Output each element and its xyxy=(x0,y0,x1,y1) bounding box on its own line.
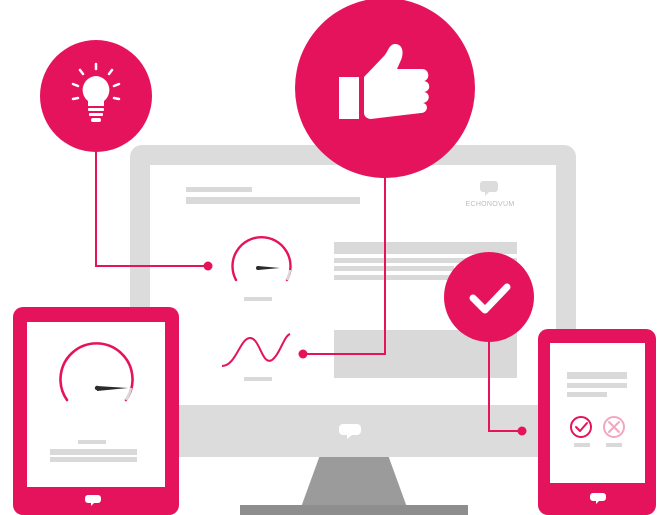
phone xyxy=(538,329,656,515)
phone-screen xyxy=(550,343,645,483)
gauge-label-bar xyxy=(78,440,106,444)
screen-heading-bar xyxy=(186,187,252,192)
illustration: ECHONOVUM xyxy=(13,0,656,515)
monitor-stand xyxy=(240,455,468,515)
gauge-label-bar xyxy=(244,297,272,301)
screen-subheading-bar xyxy=(186,197,360,204)
wave-label-bar xyxy=(244,377,272,381)
connector-dot xyxy=(298,349,308,359)
content-bar xyxy=(334,266,454,271)
option-label-bar xyxy=(606,443,622,447)
option-label-bar xyxy=(574,443,590,447)
connector-dot xyxy=(203,261,213,271)
content-bar xyxy=(567,372,627,379)
connector-dot xyxy=(517,426,527,436)
tablet xyxy=(13,307,179,515)
idea-badge xyxy=(40,40,152,152)
content-bar xyxy=(567,383,627,388)
confirmation-badge xyxy=(444,252,534,342)
approval-badge xyxy=(295,0,475,178)
tablet-screen xyxy=(27,322,165,487)
brand-logo-text: ECHONOVUM xyxy=(466,201,515,208)
content-bar xyxy=(50,449,137,455)
content-bar xyxy=(567,392,607,397)
content-bar xyxy=(50,457,137,462)
